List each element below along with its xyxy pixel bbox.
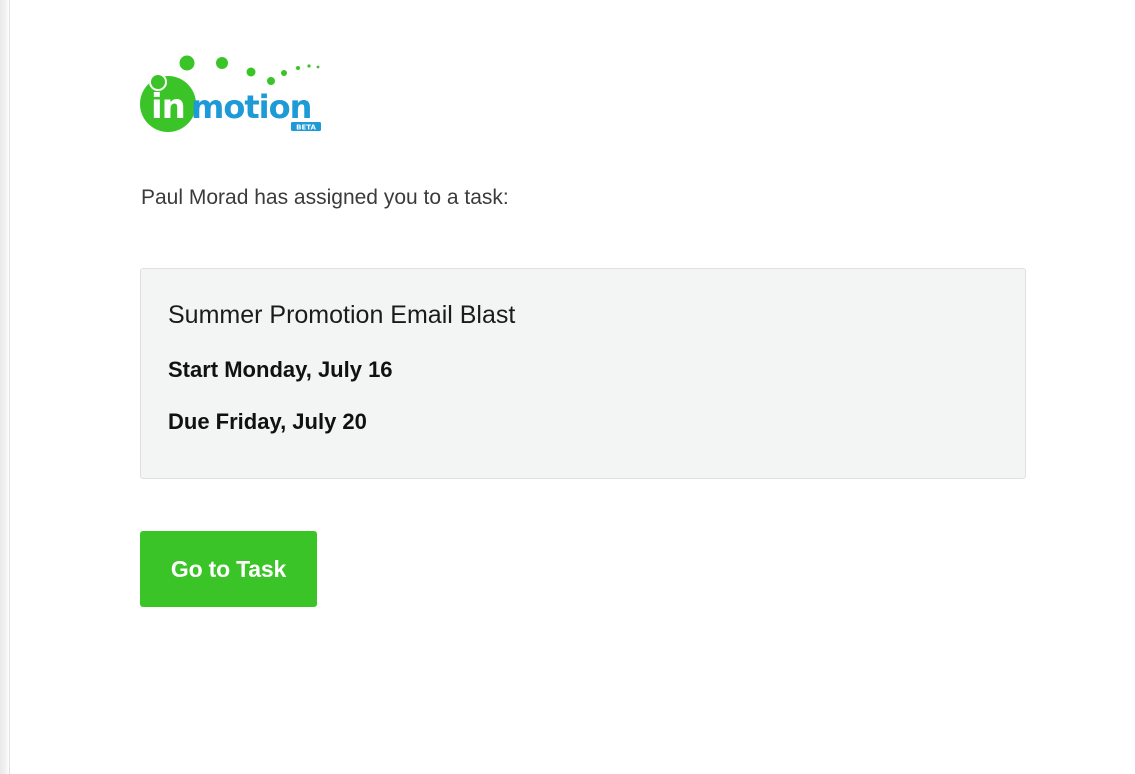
- logo-dot: [179, 55, 195, 71]
- go-to-task-button[interactable]: Go to Task: [140, 531, 317, 607]
- logo-dot: [216, 57, 228, 69]
- logo-dot: [296, 66, 300, 70]
- email-body: in motion BETA Paul Morad has assigned y…: [9, 0, 1135, 774]
- assignment-message: Paul Morad has assigned you to a task:: [141, 186, 509, 209]
- logo-beta-text: BETA: [296, 124, 316, 132]
- window-edge-shadow: [0, 0, 9, 774]
- logo-mark: in: [151, 87, 185, 127]
- logo-dot: [246, 67, 256, 77]
- task-due-date: Due Friday, July 20: [168, 409, 367, 434]
- logo-dot: [281, 70, 287, 76]
- logo-dot: [316, 65, 320, 69]
- logo-dot: [267, 77, 275, 85]
- task-card: Summer Promotion Email Blast Start Monda…: [140, 268, 1026, 479]
- task-title: Summer Promotion Email Blast: [168, 301, 516, 329]
- inmotion-logo: in motion BETA: [140, 55, 321, 132]
- logo-dot: [307, 64, 311, 68]
- task-start-date: Start Monday, July 16: [168, 357, 393, 382]
- logo-word: motion: [191, 88, 311, 126]
